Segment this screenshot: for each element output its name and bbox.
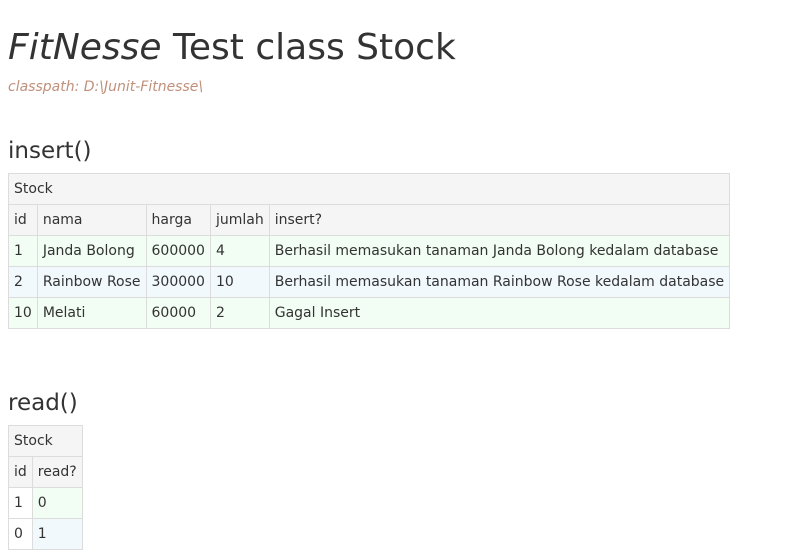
- table-cell: 0: [8, 518, 33, 550]
- fixture-name-cell: Stock: [8, 425, 83, 457]
- read-section-heading: read(): [8, 390, 78, 416]
- result-cell: Gagal Insert: [268, 297, 731, 329]
- result-cell: Berhasil memasukan tanaman Rainbow Rose …: [268, 266, 731, 298]
- table-cell: Rainbow Rose: [36, 266, 147, 298]
- table-row: 10 Melati 60000 2 Gagal Insert: [8, 297, 731, 329]
- column-header-jumlah: jumlah: [209, 204, 270, 236]
- table-cell: 4: [209, 235, 270, 267]
- column-header-insert: insert?: [268, 204, 731, 236]
- table-cell: Melati: [36, 297, 147, 329]
- result-cell: 1: [31, 518, 83, 550]
- table-cell: 10: [209, 266, 270, 298]
- table-row: 1 Janda Bolong 600000 4 Berhasil memasuk…: [8, 235, 731, 267]
- insert-section-heading: insert(): [8, 138, 92, 164]
- table-header-row: id nama harga jumlah insert?: [8, 204, 731, 236]
- fixture-name-row: Stock: [8, 425, 83, 457]
- column-header-read: read?: [31, 456, 83, 488]
- read-table: Stock id read? 1 0 0 1: [8, 425, 83, 550]
- page-title-text: Test class Stock: [173, 27, 456, 68]
- result-cell: Berhasil memasukan tanaman Janda Bolong …: [268, 235, 731, 267]
- column-header-nama: nama: [36, 204, 147, 236]
- table-cell: 1: [8, 235, 38, 267]
- column-header-harga: harga: [145, 204, 211, 236]
- table-cell: Janda Bolong: [36, 235, 147, 267]
- classpath-label: classpath: D:\Junit-Fitnesse\: [8, 79, 204, 95]
- result-cell: 0: [31, 487, 83, 519]
- column-header-id: id: [8, 456, 33, 488]
- table-cell: 10: [8, 297, 38, 329]
- table-row: 2 Rainbow Rose 300000 10 Berhasil memasu…: [8, 266, 731, 298]
- table-cell: 1: [8, 487, 33, 519]
- table-cell: 2: [8, 266, 38, 298]
- table-cell: 2: [209, 297, 270, 329]
- table-cell: 600000: [145, 235, 211, 267]
- table-cell: 300000: [145, 266, 211, 298]
- table-header-row: id read?: [8, 456, 83, 488]
- page: FitNesse Test class Stock classpath: D:\…: [0, 0, 793, 554]
- insert-table: Stock id nama harga jumlah insert? 1 Jan…: [7, 173, 731, 329]
- table-cell: 60000: [145, 297, 211, 329]
- page-title: FitNesse Test class Stock: [8, 24, 456, 72]
- table-row: 0 1: [8, 518, 83, 550]
- fixture-name-row: Stock: [7, 173, 731, 205]
- fixture-name-cell: Stock: [7, 173, 731, 205]
- brand-name: FitNesse: [8, 27, 162, 68]
- column-header-id: id: [8, 204, 38, 236]
- table-row: 1 0: [8, 487, 83, 519]
